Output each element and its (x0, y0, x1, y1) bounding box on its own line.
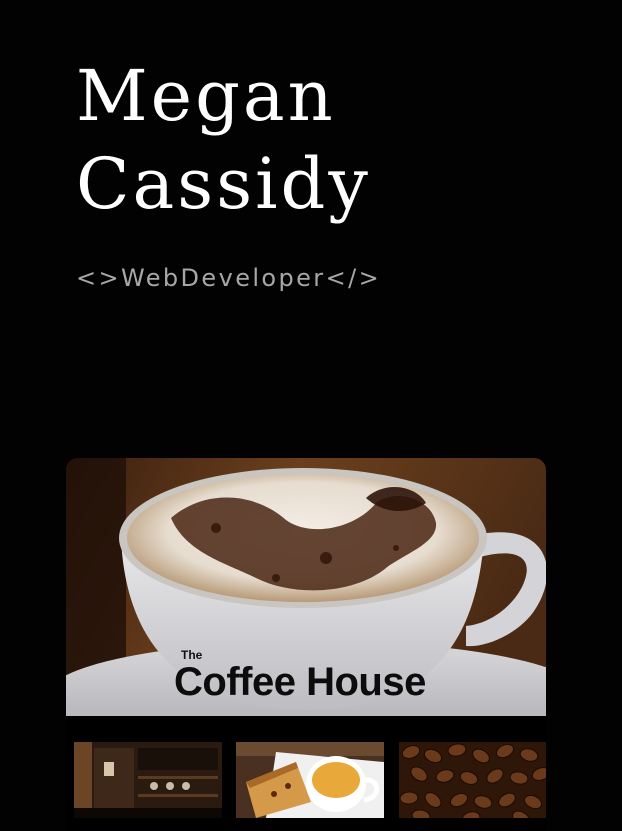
last-name: Cassidy (76, 143, 371, 225)
coffee-beans-thumbnail[interactable] (399, 742, 546, 818)
cake-and-coffee-thumbnail[interactable] (236, 742, 384, 818)
cafe-interior-thumbnail[interactable] (74, 742, 222, 818)
profile-name: Megan Cassidy (76, 52, 371, 228)
role-tagline: <>WebDeveloper</> (76, 264, 382, 292)
brand-title: Coffee House (174, 660, 426, 704)
project-thumbnail-strip (66, 742, 546, 818)
first-name: Megan (76, 55, 336, 137)
project-card-coffee-house[interactable]: The Coffee House (66, 458, 546, 831)
